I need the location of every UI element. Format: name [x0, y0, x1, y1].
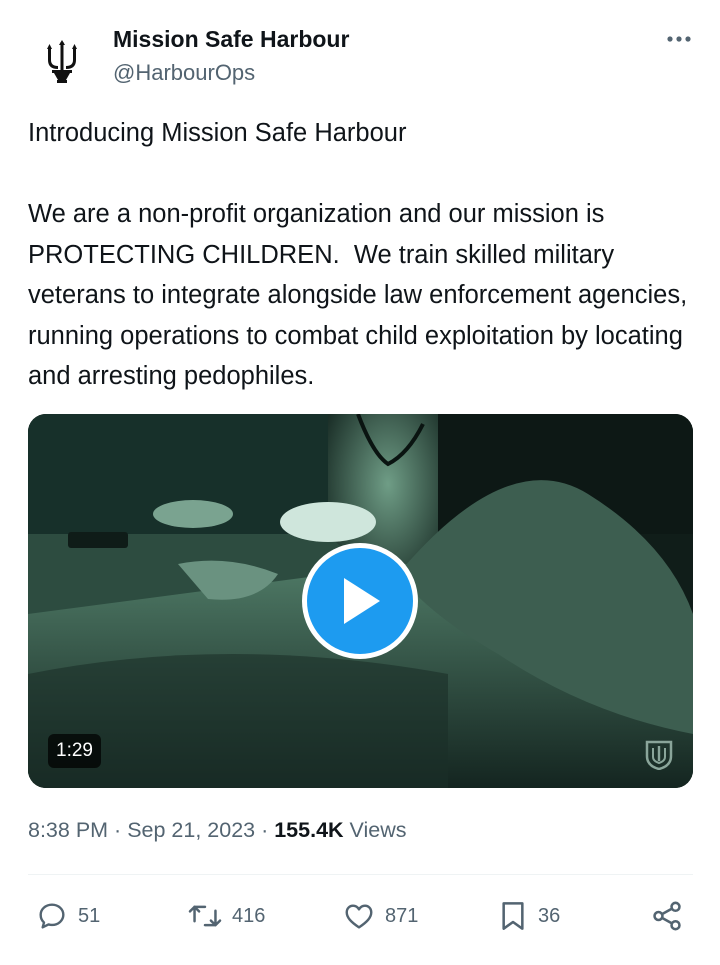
post-text: Introducing Mission Safe Harbour We are …	[28, 119, 688, 390]
share-button[interactable]	[650, 892, 684, 940]
like-button[interactable]: 871	[343, 892, 418, 940]
repost-button[interactable]: 416	[188, 892, 265, 940]
reply-count: 51	[78, 904, 101, 927]
bookmark-icon	[502, 902, 524, 930]
reply-button[interactable]: 51	[36, 892, 100, 940]
author-handle[interactable]: @HarbourOps	[113, 60, 255, 86]
author-name[interactable]: Mission Safe Harbour	[113, 26, 349, 53]
play-icon	[344, 578, 380, 624]
trident-logo-icon	[47, 40, 77, 83]
repost-count: 416	[232, 904, 266, 927]
more-options-button[interactable]	[662, 22, 696, 56]
post-meta: 8:38 PM · Sep 21, 2023 · 155.4K Views	[28, 818, 407, 843]
post-time[interactable]: 8:38 PM	[28, 818, 108, 842]
views-label: Views	[343, 818, 407, 842]
play-button[interactable]	[302, 543, 418, 659]
views-count: 155.4K	[274, 818, 344, 842]
like-count: 871	[385, 904, 419, 927]
heart-icon	[345, 904, 373, 929]
meta-separator: ·	[255, 818, 275, 842]
bookmark-button[interactable]: 36	[498, 892, 560, 940]
divider	[28, 874, 693, 875]
avatar[interactable]	[28, 28, 96, 96]
bookmark-count: 36	[538, 904, 561, 927]
video-duration: 1:29	[48, 734, 101, 768]
share-icon	[653, 901, 681, 931]
shield-watermark-icon	[645, 740, 673, 775]
action-bar: 51 416 871 36	[0, 892, 720, 940]
meta-separator: ·	[108, 818, 128, 842]
repost-icon	[188, 905, 222, 927]
post-date[interactable]: Sep 21, 2023	[127, 818, 255, 842]
reply-icon	[39, 903, 65, 929]
more-dots-icon	[667, 36, 691, 42]
